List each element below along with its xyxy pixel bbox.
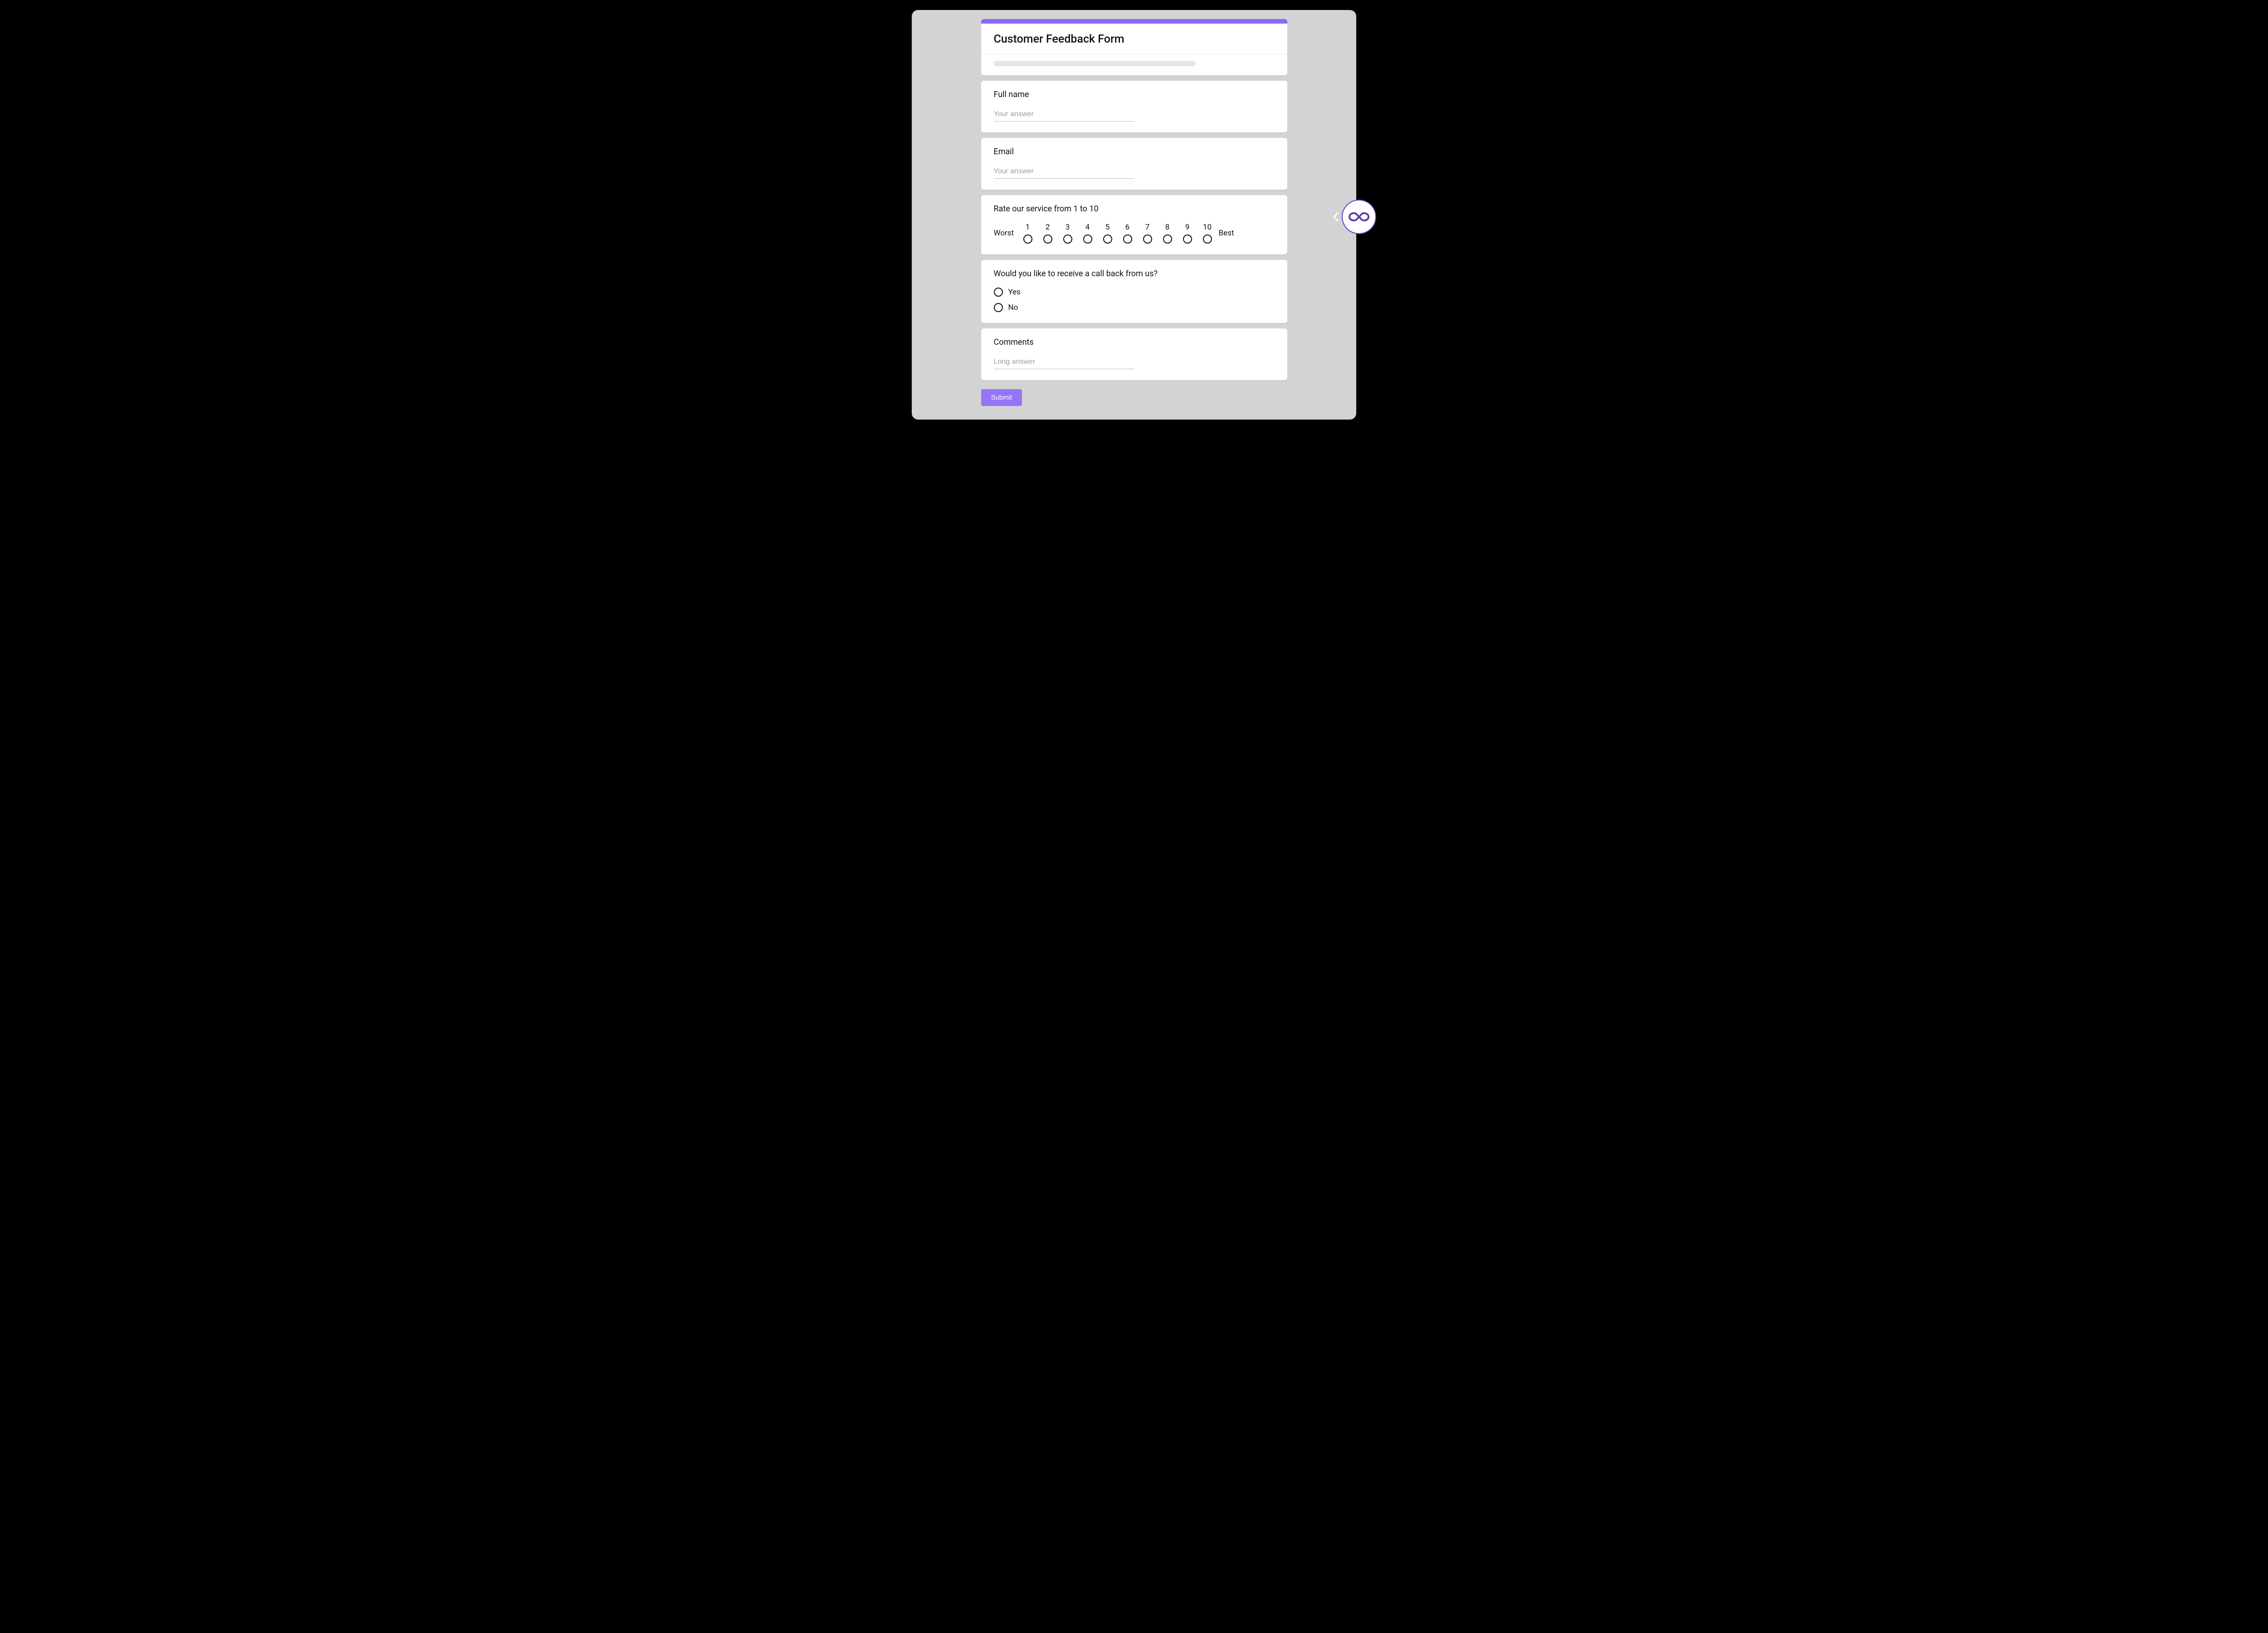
radio-icon: [1023, 235, 1032, 244]
rating-option-10[interactable]: 10: [1202, 223, 1212, 244]
rating-number: 6: [1125, 223, 1130, 232]
rating-number: 9: [1185, 223, 1190, 232]
rating-option-1[interactable]: 1: [1023, 223, 1033, 244]
rating-options: 1 2 3 4 5 6 7 8 9 10: [1023, 223, 1212, 244]
option-label: No: [1008, 303, 1018, 312]
form-wrap: Customer Feedback Form Full name Email R…: [981, 19, 1287, 406]
rating-number: 4: [1085, 223, 1090, 232]
question-label: Email: [994, 147, 1275, 156]
form-description-placeholder: [994, 61, 1196, 66]
form-header-card: Customer Feedback Form: [981, 19, 1287, 75]
callback-options: Yes No: [994, 288, 1275, 312]
rating-option-9[interactable]: 9: [1183, 223, 1193, 244]
rating-number: 5: [1105, 223, 1110, 232]
rating-option-6[interactable]: 6: [1123, 223, 1133, 244]
rating-high-label: Best: [1212, 229, 1242, 238]
rating-option-8[interactable]: 8: [1163, 223, 1173, 244]
radio-icon: [1063, 235, 1072, 244]
rating-number: 7: [1145, 223, 1150, 232]
question-callback: Would you like to receive a call back fr…: [981, 260, 1287, 323]
callback-option-yes[interactable]: Yes: [994, 288, 1275, 297]
question-comments: Comments: [981, 328, 1287, 380]
rating-option-3[interactable]: 3: [1063, 223, 1073, 244]
comments-input[interactable]: [994, 356, 1134, 369]
rating-number: 10: [1203, 223, 1212, 232]
infinity-icon: [1349, 210, 1369, 223]
radio-icon: [1163, 235, 1172, 244]
form-title: Customer Feedback Form: [981, 24, 1287, 54]
rating-scale-row: Worst 1 2 3 4 5 6 7 8 9 10 Best: [994, 223, 1275, 244]
rating-option-5[interactable]: 5: [1103, 223, 1113, 244]
fullname-input[interactable]: [994, 108, 1134, 122]
rating-option-4[interactable]: 4: [1083, 223, 1093, 244]
question-rating: Rate our service from 1 to 10 Worst 1 2 …: [981, 195, 1287, 254]
question-email: Email: [981, 138, 1287, 190]
form-accent-bar: [981, 19, 1287, 24]
question-label: Rate our service from 1 to 10: [994, 204, 1275, 214]
question-label: Comments: [994, 337, 1275, 347]
rating-low-label: Worst: [994, 229, 1023, 238]
radio-icon: [1083, 235, 1092, 244]
question-label: Would you like to receive a call back fr…: [994, 269, 1275, 279]
rating-number: 1: [1026, 223, 1030, 232]
callback-option-no[interactable]: No: [994, 303, 1275, 312]
widget-launcher[interactable]: [1342, 200, 1376, 234]
widget-collapse-toggle[interactable]: [1331, 208, 1341, 225]
radio-icon: [1103, 235, 1112, 244]
radio-icon: [994, 303, 1003, 312]
radio-icon: [994, 288, 1003, 297]
radio-icon: [1123, 235, 1132, 244]
radio-icon: [1043, 235, 1052, 244]
rating-number: 2: [1046, 223, 1050, 232]
submit-button[interactable]: Submit: [981, 389, 1022, 406]
radio-icon: [1183, 235, 1192, 244]
option-label: Yes: [1008, 288, 1021, 297]
floating-widget: [1331, 200, 1376, 234]
rating-number: 3: [1066, 223, 1070, 232]
radio-icon: [1203, 235, 1212, 244]
rating-number: 8: [1165, 223, 1170, 232]
radio-icon: [1143, 235, 1152, 244]
chevron-left-icon: [1333, 212, 1339, 222]
email-input[interactable]: [994, 166, 1134, 179]
rating-option-7[interactable]: 7: [1143, 223, 1153, 244]
rating-option-2[interactable]: 2: [1043, 223, 1053, 244]
question-label: Full name: [994, 90, 1275, 99]
form-stage: Customer Feedback Form Full name Email R…: [912, 10, 1356, 420]
question-fullname: Full name: [981, 81, 1287, 132]
